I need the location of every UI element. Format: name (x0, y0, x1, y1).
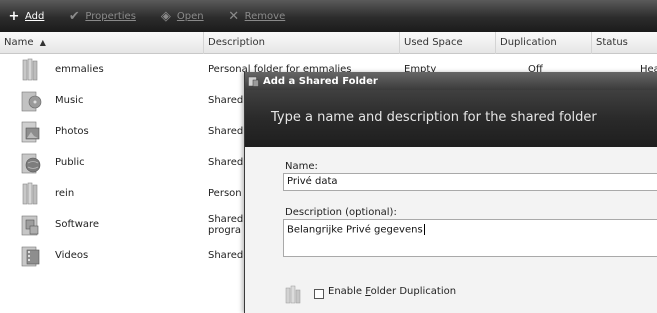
photos-folder-icon (21, 121, 40, 143)
column-used-space-label: Used Space (404, 37, 463, 48)
column-header-bar: Name ▲ Description Used Space Duplicatio… (0, 32, 657, 54)
folder-name: Photos (55, 126, 89, 137)
plus-icon: + (8, 8, 20, 24)
column-status-label: Status (596, 37, 628, 48)
name-label: Name: (285, 161, 318, 172)
user-folder-icon (22, 182, 38, 205)
remove-button[interactable]: ✕ Remove (226, 6, 286, 26)
column-name-label: Name (4, 37, 34, 48)
column-header-used-space[interactable]: Used Space (400, 32, 496, 54)
folder-name: emmalies (55, 64, 104, 75)
column-header-name[interactable]: Name ▲ (0, 32, 204, 54)
folder-description-line: progra (208, 224, 241, 236)
open-label: Open (176, 10, 204, 22)
shared-folder-icon (248, 76, 259, 87)
dialog-title: Add a Shared Folder (263, 75, 378, 87)
add-label: Add (25, 10, 45, 22)
enable-duplication-label[interactable]: Enable Folder Duplication (328, 286, 456, 297)
column-duplication-label: Duplication (500, 37, 557, 48)
add-shared-folder-dialog: Add a Shared Folder Type a name and desc… (244, 72, 657, 313)
description-field[interactable]: Belangrijke Privé gegevens (283, 219, 657, 257)
toolbar: + Add ✔ Properties ◈ Open ✕ Remove (0, 0, 657, 32)
public-folder-icon (21, 153, 41, 174)
column-header-status[interactable]: Status (592, 32, 657, 54)
text-caret (423, 224, 425, 235)
dialog-body: Name: Privé data Description (optional):… (245, 147, 657, 313)
user-folder-icon (22, 58, 38, 81)
description-field-value: Belangrijke Privé gegevens (287, 224, 423, 236)
enable-duplication-checkbox[interactable] (314, 289, 324, 299)
name-field-value: Privé data (287, 176, 338, 187)
properties-button[interactable]: ✔ Properties (66, 6, 136, 26)
properties-label: Properties (85, 10, 136, 22)
name-field[interactable]: Privé data (283, 173, 657, 191)
dialog-banner: Type a name and description for the shar… (245, 90, 657, 147)
description-label: Description (optional): (285, 207, 397, 218)
column-header-duplication[interactable]: Duplication (496, 32, 592, 54)
dialog-heading: Type a name and description for the shar… (271, 110, 597, 125)
column-description-label: Description (208, 37, 265, 48)
folder-name: Public (55, 157, 85, 168)
remove-label: Remove (244, 10, 286, 22)
folder-name: rein (55, 188, 75, 199)
remove-x-icon: ✕ (228, 8, 240, 24)
videos-folder-icon (21, 246, 40, 267)
open-arrows-icon: ◈ (160, 8, 171, 24)
sort-ascending-icon: ▲ (39, 38, 46, 47)
folder-name: Videos (55, 250, 89, 261)
music-folder-icon (21, 91, 42, 112)
duplication-icon (285, 285, 301, 304)
open-button[interactable]: ◈ Open (158, 6, 204, 26)
dialog-title-bar[interactable]: Add a Shared Folder (245, 72, 657, 90)
checkmark-icon: ✔ (68, 8, 80, 24)
folder-name: Software (55, 219, 100, 230)
folder-name: Music (55, 95, 84, 106)
folder-description-line: Shared (208, 213, 244, 225)
add-button[interactable]: + Add (6, 6, 45, 26)
software-folder-icon (21, 215, 39, 236)
column-header-description[interactable]: Description (204, 32, 400, 54)
home-server-console: + Add ✔ Properties ◈ Open ✕ Remove Name … (0, 0, 657, 313)
